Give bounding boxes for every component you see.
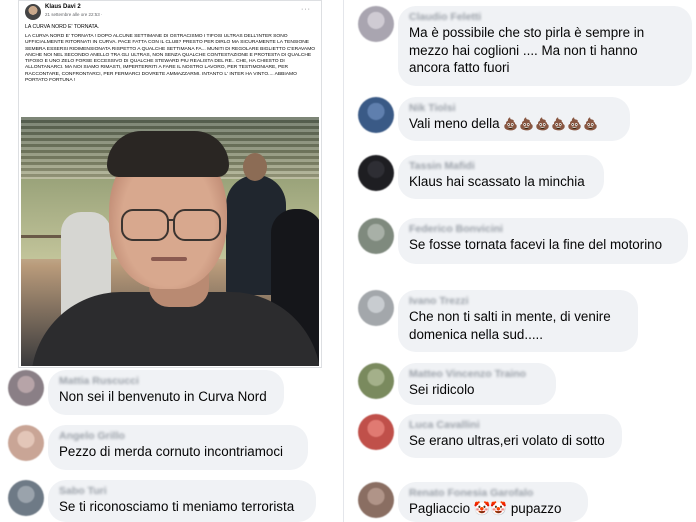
commenter-name[interactable]: Federico Bonvicini [409, 223, 676, 236]
comment-bubble: Federico Bonvicini Se fosse tornata face… [398, 218, 688, 264]
poop-emoji-icon: 💩💩💩💩💩💩 [503, 117, 599, 131]
comment-text-line: ancora fatto fuori [409, 60, 510, 75]
commenter-name[interactable]: Angelo Grillo [59, 430, 296, 443]
comment-text: Pagliaccio 🤡🤡 pupazzo [409, 501, 562, 516]
commenter-name[interactable]: Claudio Feletti [409, 11, 680, 24]
comment-bubble: Sabo Turi Se ti riconosciamo ti meniamo … [48, 480, 316, 522]
facebook-post: Klaus Davi 2 21 settembre alle ore 22:53… [18, 0, 322, 368]
comment-text: Se fosse tornata facevi la fine del moto… [409, 237, 663, 252]
comment-text: Vali meno della 💩💩💩💩💩💩 [409, 115, 618, 134]
comment-text-line: Ma è possibile che sto pirla è sempre in [409, 25, 645, 40]
commenter-avatar[interactable] [358, 6, 394, 42]
panel-divider [343, 0, 344, 522]
comment-bubble: Renato Fonesia Garofalo Pagliaccio 🤡🤡 pu… [398, 482, 588, 522]
comment-text: Se ti riconosciamo ti meniamo terrorista [59, 499, 295, 514]
comment-bubble: Tassin Mafidi Klaus hai scassato la minc… [398, 155, 604, 199]
commenter-avatar[interactable] [8, 370, 44, 406]
comment-bubble: Angelo Grillo Pezzo di merda cornuto inc… [48, 425, 308, 470]
post-body-text: LA CURVA NORD E' TORNATA ! DOPO ALCUNE S… [25, 34, 316, 84]
commenter-name[interactable]: Mattia Ruscucci [59, 375, 272, 388]
glasses-right-lens [173, 209, 221, 241]
more-options-icon[interactable]: ··· [301, 6, 311, 13]
commenter-avatar[interactable] [358, 363, 394, 399]
commenter-avatar[interactable] [8, 425, 44, 461]
commenter-name[interactable]: Tassin Mafidi [409, 160, 592, 173]
commenter-name[interactable]: Nik Tiolsi [409, 102, 618, 115]
comment-bubble: Mattia Ruscucci Non sei il benvenuto in … [48, 370, 284, 415]
commenter-avatar[interactable] [358, 414, 394, 450]
man-hair [107, 131, 229, 177]
commenter-name[interactable]: Ivano Trezzi [409, 295, 626, 308]
post-author[interactable]: Klaus Davi 2 [45, 4, 81, 10]
post-header: Klaus Davi 2 21 settembre alle ore 22:53… [25, 4, 315, 22]
commenter-name[interactable]: Matteo Vincenzo Traino [409, 368, 544, 381]
commenter-avatar[interactable] [358, 218, 394, 254]
glasses-left-lens [121, 209, 169, 241]
comment-bubble: Nik Tiolsi Vali meno della 💩💩💩💩💩💩 [398, 97, 630, 141]
post-headline: LA CURVA NORD E' TORNATA. [25, 24, 100, 30]
post-photo[interactable] [21, 117, 319, 366]
post-timestamp[interactable]: 21 settembre alle ore 22:53 · [45, 12, 103, 17]
comment-text-line: mezzo hai coglioni .... Ma non ti hanno [409, 42, 638, 58]
comment-bubble: Luca Cavallini Se erano ultras,eri volat… [398, 414, 622, 458]
comment-text-line: domenica nella sud..... [409, 326, 543, 342]
author-avatar[interactable] [25, 4, 41, 20]
comment-text-line: Che non ti salti in mente, di venire [409, 309, 611, 324]
comment-bubble: Matteo Vincenzo Traino Sei ridicolo [398, 363, 556, 405]
commenter-avatar[interactable] [358, 482, 394, 518]
commenter-name[interactable]: Luca Cavallini [409, 419, 610, 432]
comment-text: Se erano ultras,eri volato di sotto [409, 433, 605, 448]
comment-bubble: Ivano Trezzi Che non ti salti in mente, … [398, 290, 638, 352]
comment-text: Klaus hai scassato la minchia [409, 174, 585, 189]
spectator-head [243, 153, 267, 181]
glasses-bridge [167, 219, 175, 221]
comment-text: Pezzo di merda cornuto incontriamoci [59, 444, 284, 459]
commenter-avatar[interactable] [358, 97, 394, 133]
commenter-avatar[interactable] [358, 290, 394, 326]
man-mouth [151, 257, 187, 261]
comment-bubble: Claudio Feletti Ma è possibile che sto p… [398, 6, 692, 86]
commenter-name[interactable]: Renato Fonesia Garofalo [409, 487, 576, 500]
comment-text: Non sei il benvenuto in Curva Nord [59, 389, 267, 404]
comment-text-part: Vali meno della [409, 116, 500, 131]
commenter-avatar[interactable] [358, 155, 394, 191]
commenter-name[interactable]: Sabo Turi [59, 485, 304, 498]
commenter-avatar[interactable] [8, 480, 44, 516]
comment-text: Sei ridicolo [409, 382, 475, 397]
